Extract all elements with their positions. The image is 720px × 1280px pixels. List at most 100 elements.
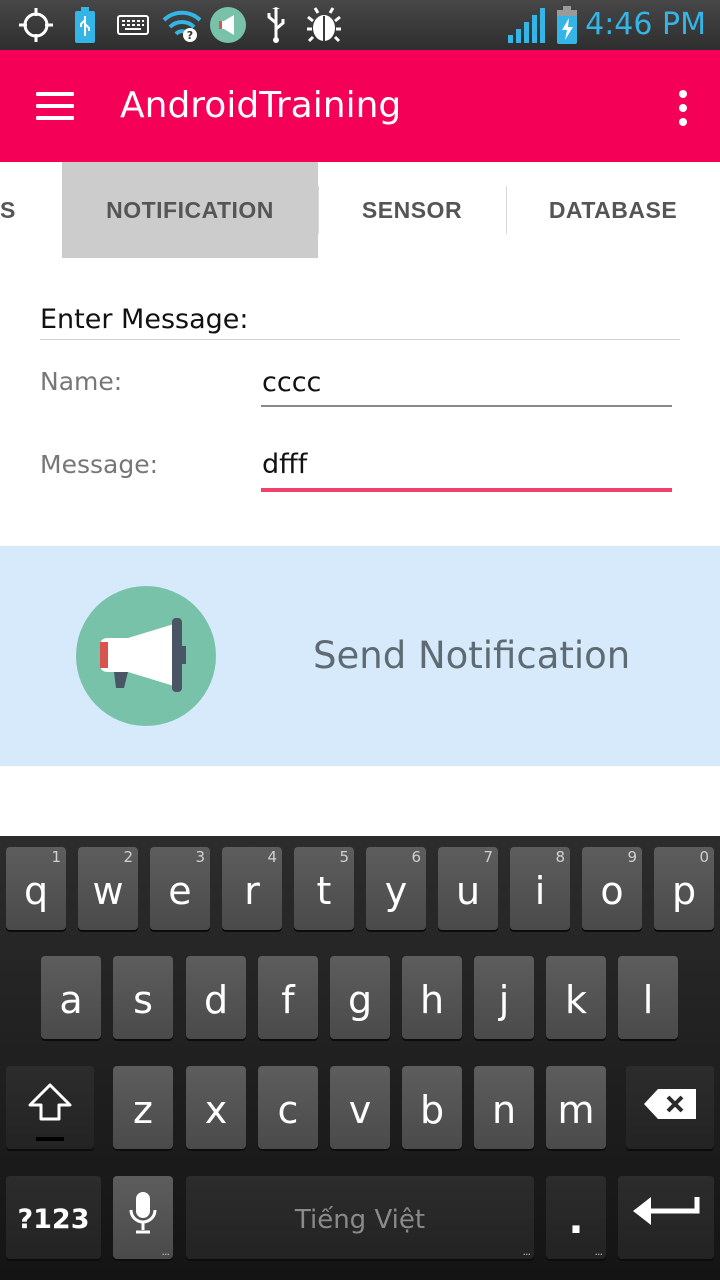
- key-m[interactable]: m: [546, 1066, 606, 1149]
- key-k[interactable]: k: [546, 956, 606, 1039]
- send-notification-button[interactable]: Send Notification: [0, 546, 720, 766]
- app-title: AndroidTraining: [120, 85, 402, 126]
- space-key[interactable]: Tiếng Việt ...: [186, 1176, 534, 1259]
- tab-sensor[interactable]: SENSOR: [318, 162, 506, 258]
- shift-key[interactable]: [6, 1066, 94, 1149]
- key-label: n: [491, 1087, 517, 1132]
- key-label: q: [23, 868, 49, 913]
- key-hint: 5: [339, 848, 349, 866]
- message-input[interactable]: [261, 439, 672, 489]
- debug-bug-icon: [306, 5, 342, 45]
- form-heading: Enter Message:: [40, 304, 249, 335]
- key-s[interactable]: s: [113, 956, 173, 1039]
- key-label: i: [534, 868, 546, 913]
- period-key[interactable]: . ...: [546, 1176, 606, 1259]
- key-more-indicator: ...: [161, 1245, 170, 1258]
- key-label: w: [92, 868, 124, 913]
- key-f[interactable]: f: [258, 956, 318, 1039]
- key-label: l: [642, 977, 654, 1022]
- notification-app-icon: [208, 5, 248, 45]
- key-label: y: [384, 868, 408, 913]
- key-hint: 3: [195, 848, 205, 866]
- key-i[interactable]: 8i: [510, 847, 570, 930]
- key-hint: 0: [699, 848, 709, 866]
- key-label: h: [419, 977, 445, 1022]
- key-n[interactable]: n: [474, 1066, 534, 1149]
- shift-icon: [26, 1079, 74, 1136]
- key-d[interactable]: d: [186, 956, 246, 1039]
- key-label: o: [600, 868, 624, 913]
- key-c[interactable]: c: [258, 1066, 318, 1149]
- heading-divider: [40, 339, 680, 340]
- key-g[interactable]: g: [330, 956, 390, 1039]
- tab-label: DATABASE: [548, 196, 678, 223]
- key-z[interactable]: z: [113, 1066, 173, 1149]
- key-label: z: [133, 1087, 153, 1132]
- megaphone-icon: [76, 586, 216, 726]
- key-u[interactable]: 7u: [438, 847, 498, 930]
- key-p[interactable]: 0p: [654, 847, 714, 930]
- keyboard-icon: [116, 5, 150, 45]
- key-label: t: [316, 868, 332, 913]
- soft-keyboard: 1q 2w 3e 4r 5t 6y 7u 8i 9o 0p a s d f g …: [0, 836, 720, 1280]
- key-more-indicator: ...: [522, 1245, 531, 1258]
- key-y[interactable]: 6y: [366, 847, 426, 930]
- tab-label: SENSOR: [361, 196, 463, 223]
- name-underline: [261, 405, 672, 407]
- backspace-key[interactable]: [626, 1066, 714, 1149]
- status-clock: 4:46 PM: [585, 7, 706, 42]
- tab-partial[interactable]: S: [0, 162, 62, 258]
- key-label: ?123: [17, 1204, 90, 1235]
- key-hint: 4: [267, 848, 277, 866]
- enter-icon: [631, 1193, 701, 1242]
- enter-key[interactable]: [618, 1176, 714, 1259]
- key-q[interactable]: 1q: [6, 847, 66, 930]
- key-v[interactable]: v: [330, 1066, 390, 1149]
- key-label: k: [564, 977, 587, 1022]
- overflow-menu-icon[interactable]: [672, 88, 696, 128]
- hamburger-menu-icon[interactable]: [36, 92, 76, 122]
- backspace-icon: [642, 1086, 698, 1130]
- tab-label: S: [0, 196, 16, 223]
- tab-notification[interactable]: NOTIFICATION: [62, 162, 318, 258]
- key-t[interactable]: 5t: [294, 847, 354, 930]
- key-label: f: [281, 977, 295, 1022]
- key-j[interactable]: j: [474, 956, 534, 1039]
- tab-label: NOTIFICATION: [106, 196, 274, 223]
- key-label: b: [419, 1087, 445, 1132]
- key-label: j: [498, 977, 510, 1022]
- key-a[interactable]: a: [41, 956, 101, 1039]
- space-key-label: Tiếng Việt: [294, 1204, 426, 1235]
- key-label: x: [204, 1087, 228, 1132]
- key-label: c: [277, 1087, 299, 1132]
- key-hint: 6: [411, 848, 421, 866]
- key-label: m: [557, 1087, 595, 1132]
- key-hint: 8: [555, 848, 565, 866]
- usb-battery-icon: [72, 5, 98, 45]
- key-x[interactable]: x: [186, 1066, 246, 1149]
- key-hint: 9: [627, 848, 637, 866]
- tab-bar: S NOTIFICATION SENSOR DATABASE: [0, 162, 720, 258]
- key-e[interactable]: 3e: [150, 847, 210, 930]
- location-icon: [16, 5, 56, 45]
- name-input[interactable]: [261, 357, 672, 407]
- key-o[interactable]: 9o: [582, 847, 642, 930]
- usb-icon: [262, 5, 290, 45]
- key-w[interactable]: 2w: [78, 847, 138, 930]
- key-b[interactable]: b: [402, 1066, 462, 1149]
- wifi-icon: ?: [162, 5, 202, 45]
- key-h[interactable]: h: [402, 956, 462, 1039]
- key-label: g: [347, 977, 373, 1022]
- tab-database[interactable]: DATABASE: [506, 162, 720, 258]
- symbols-key[interactable]: ?123: [6, 1176, 101, 1259]
- key-label: v: [348, 1087, 372, 1132]
- microphone-key[interactable]: ...: [113, 1176, 173, 1259]
- microphone-icon: [128, 1190, 158, 1245]
- key-r[interactable]: 4r: [222, 847, 282, 930]
- message-underline: [261, 488, 672, 492]
- key-label: p: [671, 868, 697, 913]
- key-label: .: [568, 1196, 584, 1243]
- send-notification-label: Send Notification: [313, 634, 631, 677]
- app-bar: AndroidTraining: [0, 50, 720, 162]
- key-l[interactable]: l: [618, 956, 678, 1039]
